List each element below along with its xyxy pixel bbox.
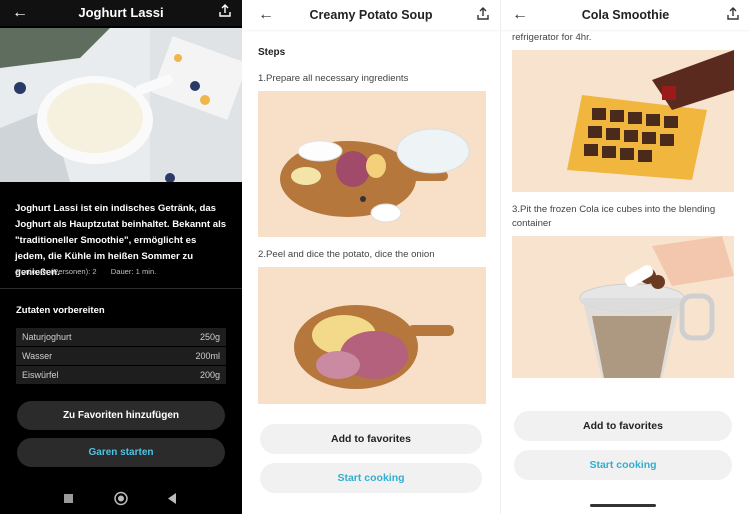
share-icon[interactable] <box>218 4 232 23</box>
add-to-favorites-button[interactable]: Zu Favoriten hinzufügen <box>17 401 225 430</box>
share-icon[interactable] <box>476 7 490 26</box>
ingredient-row: Wasser 200ml <box>16 347 226 365</box>
ingredient-row: Eiswürfel 200g <box>16 366 226 384</box>
back-nav-icon[interactable] <box>168 493 176 504</box>
step-text: 1.Prepare all necessary ingredients <box>258 73 409 84</box>
home-indicator[interactable] <box>590 504 656 507</box>
step-photo-diced <box>258 267 486 404</box>
page-title: Creamy Potato Soup <box>309 8 433 22</box>
portions-text: Portionen (Personen): 2 <box>16 267 97 276</box>
step-photo-ice-tray <box>512 50 734 192</box>
recipe-photo-lassi <box>0 28 242 182</box>
top-bar: ← Joghurt Lassi <box>0 0 242 26</box>
top-bar: ← Cola Smoothie <box>501 0 750 30</box>
recipe-screen-lassi: ← Joghurt Lassi Joghurt Lassi ist ein in… <box>0 0 242 514</box>
duration-text: Dauer: 1 min. <box>110 267 157 276</box>
page-title: Joghurt Lassi <box>78 5 164 20</box>
step-photo-ingredients <box>258 91 486 237</box>
step-text: refrigerator for 4hr. <box>512 32 592 43</box>
add-to-favorites-button[interactable]: Add to favorites <box>260 424 482 454</box>
step-text: 3.Pit the frozen Cola ice cubes into the… <box>512 204 716 229</box>
recipe-screen-cola-smoothie: refrigerator for 4hr. 3.Pit the frozen C… <box>501 0 750 514</box>
ingredient-name: Wasser <box>22 351 53 361</box>
start-cooking-button[interactable]: Garen starten <box>17 438 225 467</box>
recipe-meta: Portionen (Personen): 2 Dauer: 1 min. <box>16 267 168 276</box>
start-cooking-button[interactable]: Start cooking <box>260 463 482 493</box>
ingredient-quantity: 200ml <box>195 351 220 361</box>
ingredient-name: Naturjoghurt <box>22 332 72 342</box>
recipe-screen-potato-soup: ← Creamy Potato Soup Steps 1.Prepare all… <box>242 0 501 514</box>
page-title: Cola Smoothie <box>581 8 670 22</box>
step-text: 2.Peel and dice the potato, dice the oni… <box>258 249 435 260</box>
ingredient-quantity: 200g <box>199 370 220 380</box>
start-cooking-button[interactable]: Start cooking <box>514 450 732 480</box>
system-nav-bar <box>0 485 242 514</box>
ingredient-name: Eiswürfel <box>22 370 59 380</box>
add-to-favorites-button[interactable]: Add to favorites <box>514 411 732 441</box>
recent-apps-icon[interactable] <box>64 494 73 503</box>
share-icon[interactable] <box>726 7 740 26</box>
ingredients-heading: Zutaten vorbereiten <box>16 305 105 316</box>
ingredient-row: Naturjoghurt 250g <box>16 328 226 346</box>
ingredient-quantity: 250g <box>199 332 220 342</box>
steps-heading: Steps <box>258 47 286 58</box>
divider <box>0 288 242 289</box>
step-photo-blender <box>512 236 734 378</box>
top-bar: ← Creamy Potato Soup <box>242 0 500 30</box>
